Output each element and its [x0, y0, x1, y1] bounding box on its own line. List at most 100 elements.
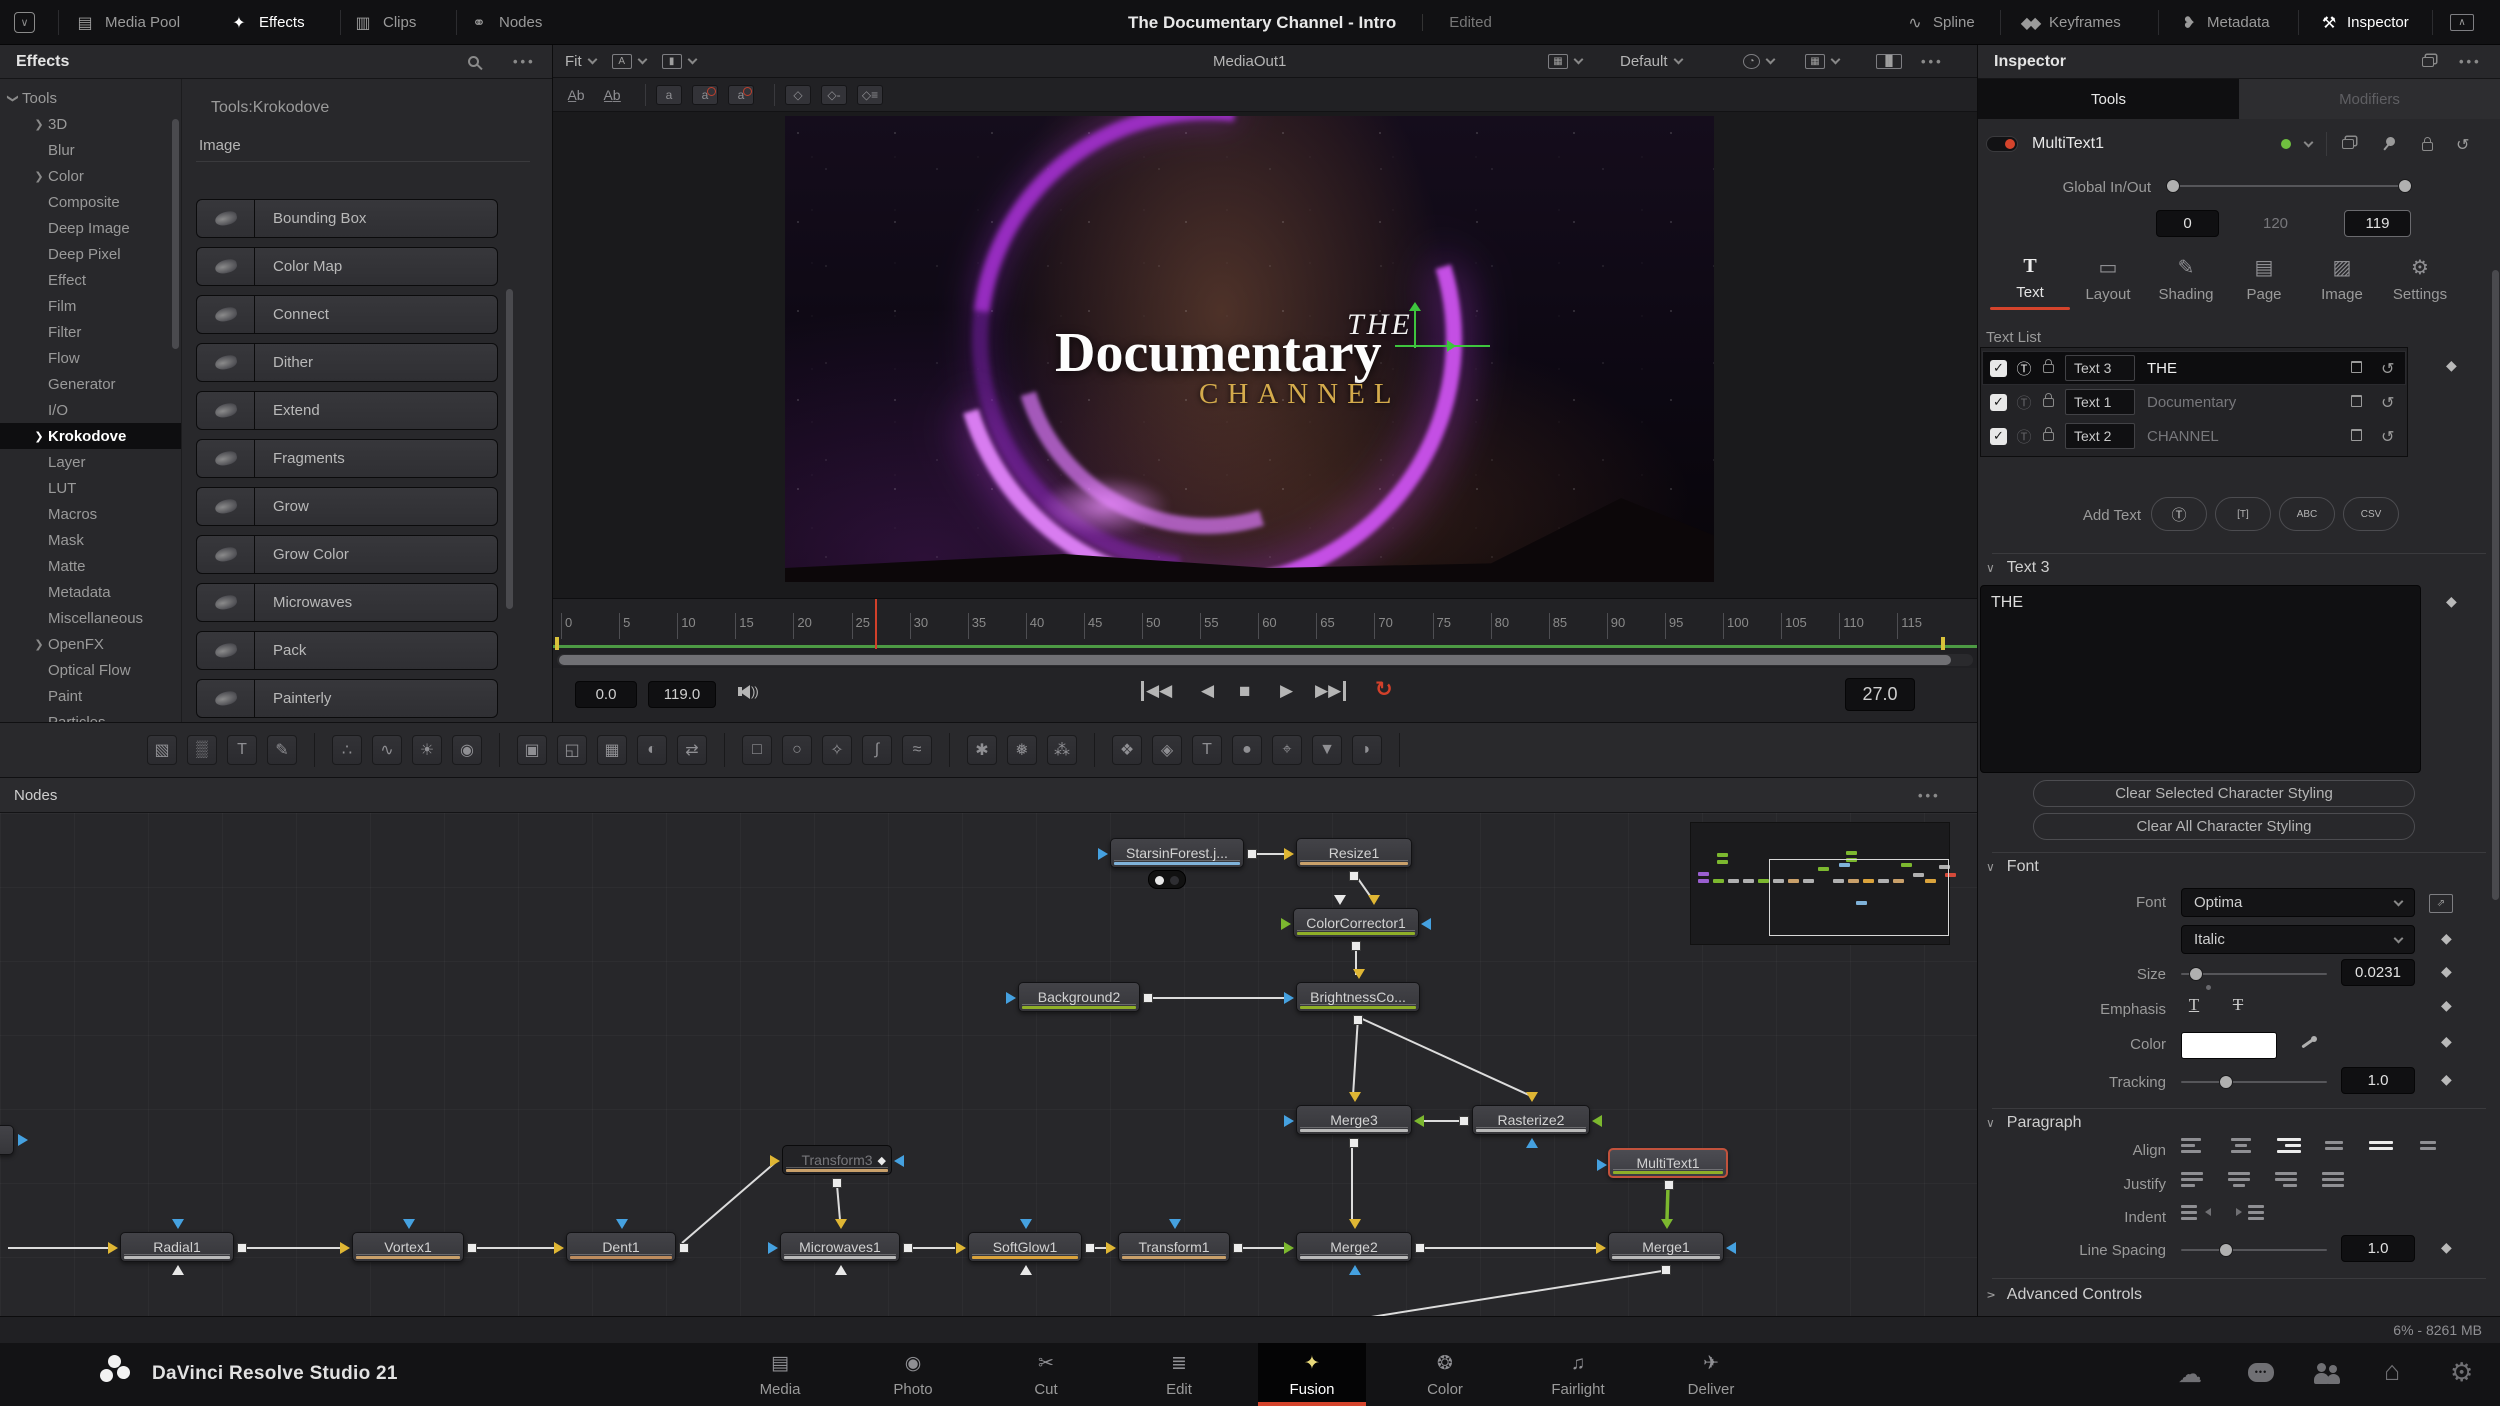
trash-icon-wrap[interactable] [2351, 394, 2362, 411]
node-transform3[interactable]: Transform3◆ [782, 1145, 892, 1175]
node-port-left[interactable] [1726, 1242, 1736, 1254]
camera-3d-tool-icon[interactable]: ⌖ [1272, 735, 1302, 765]
brightness-contrast-tool-icon[interactable]: ☀ [412, 735, 442, 765]
node-connection[interactable] [682, 1161, 777, 1243]
clear-selected-styling-button[interactable]: Clear Selected Character Styling [2033, 780, 2415, 807]
image-plane-3d-tool-icon[interactable]: ❖ [1112, 735, 1142, 765]
page-media[interactable]: ▤Media [726, 1343, 834, 1406]
minimap-view-rect[interactable] [1769, 859, 1949, 936]
top-button-effects[interactable]: ✦Effects [228, 0, 305, 45]
node-connection[interactable] [1353, 1017, 1358, 1096]
tool-color-map[interactable]: Color Map [196, 247, 498, 286]
viewer-image-area[interactable]: THE Documentary CHANNEL [553, 112, 1977, 598]
text-item-name-field[interactable]: Text 3 [2065, 355, 2135, 381]
tree-item-matte[interactable]: Matte [0, 553, 182, 579]
tree-item-optical-flow[interactable]: Optical Flow [0, 657, 182, 683]
home-icon[interactable]: ⌂ [2384, 1356, 2400, 1387]
tab-settings[interactable]: ⚙Settings [2382, 255, 2458, 317]
chevron-down-icon[interactable] [2304, 138, 2314, 148]
checkbox-checked[interactable]: ✓ [1990, 428, 2007, 445]
tool-microwaves[interactable]: Microwaves [196, 583, 498, 622]
float-panel-icon[interactable] [2422, 57, 2434, 67]
global-in-handle[interactable] [2166, 179, 2180, 193]
checkbox-checked[interactable]: ✓ [1990, 360, 2007, 377]
stop-button[interactable]: ■ [1239, 681, 1250, 703]
node-port-right[interactable] [340, 1242, 350, 1254]
merge-3d-tool-icon[interactable]: ● [1232, 735, 1262, 765]
top-button-media-pool[interactable]: ▤Media Pool [74, 0, 180, 45]
node-connection[interactable] [1358, 1017, 1531, 1096]
text-target-icon[interactable]: Ⓣ [2013, 426, 2035, 447]
node-colorcorrector1[interactable]: ColorCorrector1 [1293, 908, 1419, 938]
node-port-right[interactable] [1284, 1115, 1294, 1127]
top-button-inspector[interactable]: ⚒Inspector [2316, 0, 2409, 45]
polygon-mask-tool-icon[interactable]: ✧ [822, 735, 852, 765]
inspector-scrollbar[interactable] [2492, 270, 2499, 900]
node-port-right[interactable] [956, 1242, 966, 1254]
node-port-right[interactable] [768, 1242, 778, 1254]
tree-scrollbar[interactable] [172, 119, 179, 349]
node-port-right[interactable] [1284, 1242, 1294, 1254]
node-background2[interactable]: Background2 [1018, 982, 1140, 1012]
node-output-square[interactable] [1664, 1180, 1674, 1190]
go-to-end-button[interactable]: ▶▶ [1315, 681, 1346, 701]
magic-mask-tool-icon[interactable]: ≈ [902, 735, 932, 765]
node-port-right[interactable] [1596, 1242, 1606, 1254]
matte-control-tool-icon[interactable]: ◐ [637, 735, 667, 765]
size-handle[interactable] [2189, 967, 2203, 981]
tool-grow-color[interactable]: Grow Color [196, 535, 498, 574]
keyframe-diamond-icon[interactable]: ◆ [2446, 357, 2457, 374]
node-output-square[interactable] [1085, 1243, 1095, 1253]
proxy-dropdown[interactable]: ▦ [1548, 54, 1582, 69]
timeline-scrollbar-thumb[interactable] [559, 655, 1951, 665]
node-port-right[interactable] [1281, 918, 1291, 930]
keyframe-prev-icon[interactable]: ◇ [785, 85, 811, 105]
cloud-sync-icon[interactable]: ☁ [2178, 1360, 2202, 1389]
node-merge2[interactable]: Merge2 [1296, 1232, 1412, 1262]
justify-last-left-icon[interactable] [2181, 1172, 2211, 1194]
node-vortex1[interactable]: Vortex1 [352, 1232, 464, 1262]
tool-pack[interactable]: Pack [196, 631, 498, 670]
node-port-right[interactable] [1597, 1159, 1607, 1171]
size-slider[interactable] [2181, 973, 2327, 975]
node-graph-minimap[interactable] [1690, 822, 1950, 945]
text-target-icon[interactable]: Ⓣ [2013, 392, 2035, 413]
keyframe-diamond-icon[interactable]: ◆ [2441, 997, 2452, 1014]
node-port-down[interactable] [1334, 895, 1346, 905]
node-port-left[interactable] [1414, 1115, 1424, 1127]
top-button-metadata[interactable]: ❥Metadata [2176, 0, 2270, 45]
tracking-field[interactable]: 1.0 [2341, 1067, 2415, 1094]
node-port-right[interactable] [770, 1155, 780, 1167]
node-output-square[interactable] [467, 1243, 477, 1253]
keyframe-diamond-icon[interactable]: ◆ [2441, 1239, 2452, 1256]
dual-viewer-icon[interactable]: ▐▌ [1876, 54, 1902, 69]
tree-item-particles[interactable]: Particles [0, 709, 182, 722]
tree-item-color[interactable]: ❯Color [0, 163, 182, 189]
node-port-down[interactable] [1020, 1219, 1032, 1229]
import-csv-text-button[interactable]: CSV [2343, 497, 2399, 531]
node-output-square[interactable] [1349, 871, 1359, 881]
loop-button[interactable]: ↻ [1375, 677, 1393, 702]
node-port-down[interactable] [616, 1219, 628, 1229]
node-resize1[interactable]: Resize1 [1296, 838, 1412, 868]
tab-image[interactable]: ▨Image [2304, 255, 2380, 317]
tool-dither[interactable]: Dither [196, 343, 498, 382]
advanced-controls-header[interactable]: ∨Advanced Controls [1986, 1286, 2142, 1304]
node-multitext1[interactable]: MultiText1 [1608, 1148, 1728, 1178]
tab-layout[interactable]: ▭Layout [2070, 255, 2146, 317]
node-port-down[interactable] [403, 1219, 415, 1229]
align-top-icon[interactable] [2322, 1141, 2352, 1163]
node-output-square[interactable] [1661, 1265, 1671, 1275]
tree-item-mask[interactable]: Mask [0, 527, 182, 553]
keyframe-diamond-icon[interactable]: ◆ [2441, 930, 2452, 947]
node-port-up[interactable] [835, 1265, 847, 1275]
node-port-right[interactable] [1006, 992, 1016, 1004]
reset-icon[interactable]: ↺ [2381, 359, 2394, 378]
global-inout-slider[interactable] [2170, 185, 2408, 187]
go-to-start-button[interactable]: ◀◀ [1141, 681, 1172, 701]
audio-mute-icon[interactable]: )) [738, 684, 758, 699]
color-curves-tool-icon[interactable]: ∿ [372, 735, 402, 765]
node-port-right[interactable] [18, 1134, 28, 1146]
playhead[interactable] [875, 599, 877, 649]
align-right-icon[interactable] [2275, 1138, 2305, 1160]
